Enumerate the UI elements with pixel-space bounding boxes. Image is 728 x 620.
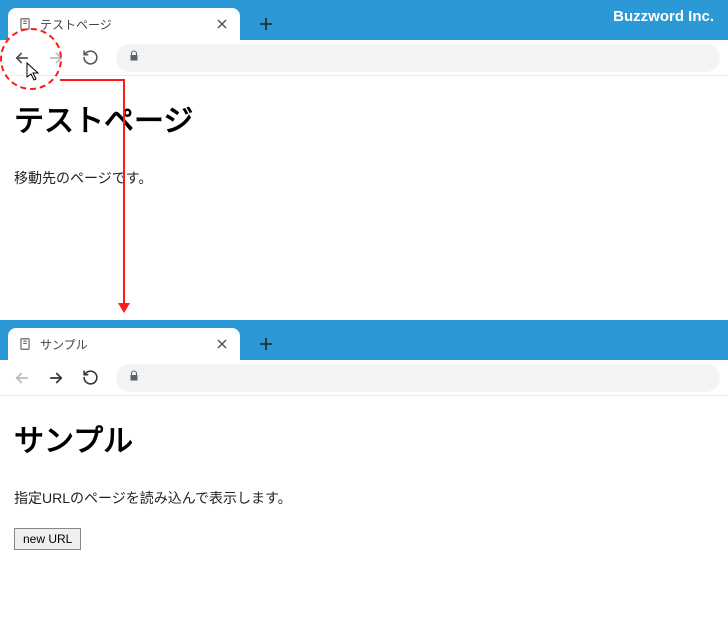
back-button[interactable] <box>8 364 36 392</box>
annotation-line <box>123 79 125 307</box>
tab-title: テストページ <box>40 16 206 33</box>
page-paragraph: 指定URLのページを読み込んで表示します。 <box>14 488 714 508</box>
page-content: テストページ 移動先のページです。 <box>0 76 728 228</box>
page-heading: テストページ <box>14 96 714 140</box>
browser-tab[interactable]: テストページ <box>8 8 240 40</box>
toolbar <box>0 40 728 76</box>
new-tab-button[interactable] <box>252 330 280 358</box>
lock-icon <box>128 49 140 67</box>
reload-button[interactable] <box>76 364 104 392</box>
page-icon <box>18 17 32 31</box>
annotation-arrowhead-icon <box>118 303 130 313</box>
close-tab-button[interactable] <box>214 16 230 32</box>
toolbar <box>0 360 728 396</box>
browser-tab[interactable]: サンプル <box>8 328 240 360</box>
brand-label: Buzzword Inc. <box>613 8 714 25</box>
address-bar[interactable] <box>116 364 720 392</box>
browser-window-2: サンプル サンプル 指定URLのページを読み込んで表示します。 new URL <box>0 320 728 620</box>
page-heading: サンプル <box>14 416 714 460</box>
annotation-line <box>60 79 125 81</box>
new-tab-button[interactable] <box>252 10 280 38</box>
titlebar: テストページ Buzzword Inc. <box>0 0 728 40</box>
lock-icon <box>128 369 140 387</box>
tab-title: サンプル <box>40 336 206 353</box>
page-content: サンプル 指定URLのページを読み込んで表示します。 new URL <box>0 396 728 570</box>
page-paragraph: 移動先のページです。 <box>14 168 714 188</box>
reload-button[interactable] <box>76 44 104 72</box>
new-url-button[interactable]: new URL <box>14 528 81 550</box>
back-button[interactable] <box>8 44 36 72</box>
forward-button[interactable] <box>42 364 70 392</box>
titlebar: サンプル <box>0 320 728 360</box>
forward-button[interactable] <box>42 44 70 72</box>
browser-window-1: テストページ Buzzword Inc. テストページ 移動先のページです。 <box>0 0 728 300</box>
address-bar[interactable] <box>116 44 720 72</box>
close-tab-button[interactable] <box>214 336 230 352</box>
page-icon <box>18 337 32 351</box>
